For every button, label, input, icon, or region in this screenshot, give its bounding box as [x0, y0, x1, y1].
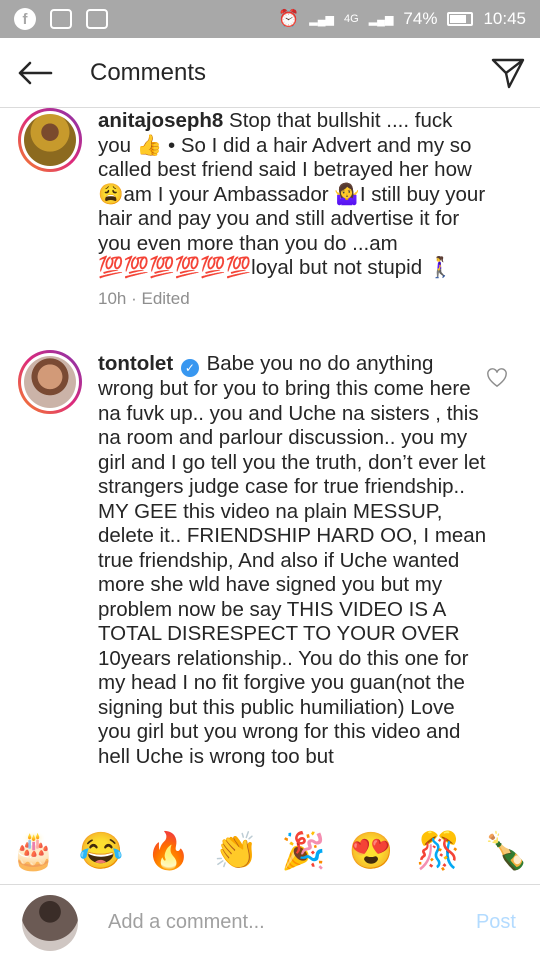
- comment-text: Babe you no do anything wrong but for yo…: [98, 352, 487, 768]
- avatar: [22, 894, 78, 951]
- heart-eyes-emoji-button[interactable]: 😍: [349, 833, 394, 869]
- confetti-emoji-button[interactable]: 🎊: [416, 833, 461, 869]
- battery-icon: [447, 12, 474, 26]
- status-bar: f ⏰ ▂▄▆ 4G ▂▄▆ 74% 10:45: [0, 0, 540, 38]
- comment-time: 10h: [98, 289, 127, 308]
- emoji-quick-bar: 🎂 😂 🔥 👏 🎉 😍 🎊 🍾: [0, 818, 540, 884]
- party-popper-emoji-button[interactable]: 🎉: [281, 833, 326, 869]
- verified-badge-icon: ✓: [180, 359, 199, 377]
- arrow-left-icon: [18, 61, 53, 84]
- battery-percent: 74%: [403, 9, 438, 28]
- champagne-emoji-button[interactable]: 🍾: [484, 833, 529, 869]
- comment-edited: Edited: [141, 289, 190, 308]
- comment-meta: 10h · Edited: [98, 289, 190, 308]
- clapping-emoji-button[interactable]: 👏: [214, 833, 259, 869]
- paper-plane-icon: [491, 58, 525, 88]
- comment-username[interactable]: tontolet: [98, 352, 173, 375]
- clock: 10:45: [483, 9, 526, 28]
- post-button[interactable]: Post: [476, 911, 516, 934]
- signal-icon-2: ▂▄▆: [368, 13, 394, 26]
- heart-icon[interactable]: [486, 368, 508, 388]
- birthday-cake-emoji-button[interactable]: 🎂: [11, 833, 56, 869]
- direct-share-button[interactable]: [476, 41, 540, 105]
- comment-username[interactable]: anitajoseph8: [98, 109, 223, 132]
- gallery-icon: [50, 9, 72, 29]
- network-label: 4G: [344, 13, 359, 25]
- header: Comments: [0, 38, 540, 108]
- comment-body: tontolet ✓ Babe you no do anything wrong…: [98, 352, 488, 769]
- page-title: Comments: [90, 58, 207, 86]
- comment-input[interactable]: [108, 911, 448, 934]
- back-button[interactable]: [0, 38, 70, 108]
- comment-body: anitajoseph8 Stop that bullshit .... fuc…: [98, 109, 488, 281]
- facebook-icon: f: [14, 8, 36, 30]
- alarm-icon: ⏰: [278, 9, 300, 28]
- mail-icon: [86, 9, 108, 29]
- signal-icon: ▂▄▆: [309, 13, 335, 26]
- avatar[interactable]: [18, 350, 82, 414]
- comment-text: Stop that bullshit .... fuck you 👍 • So …: [98, 109, 486, 279]
- comment-composer: Post: [0, 884, 540, 960]
- avatar[interactable]: [18, 108, 82, 172]
- fire-emoji-button[interactable]: 🔥: [146, 833, 191, 869]
- tears-of-joy-emoji-button[interactable]: 😂: [79, 833, 124, 869]
